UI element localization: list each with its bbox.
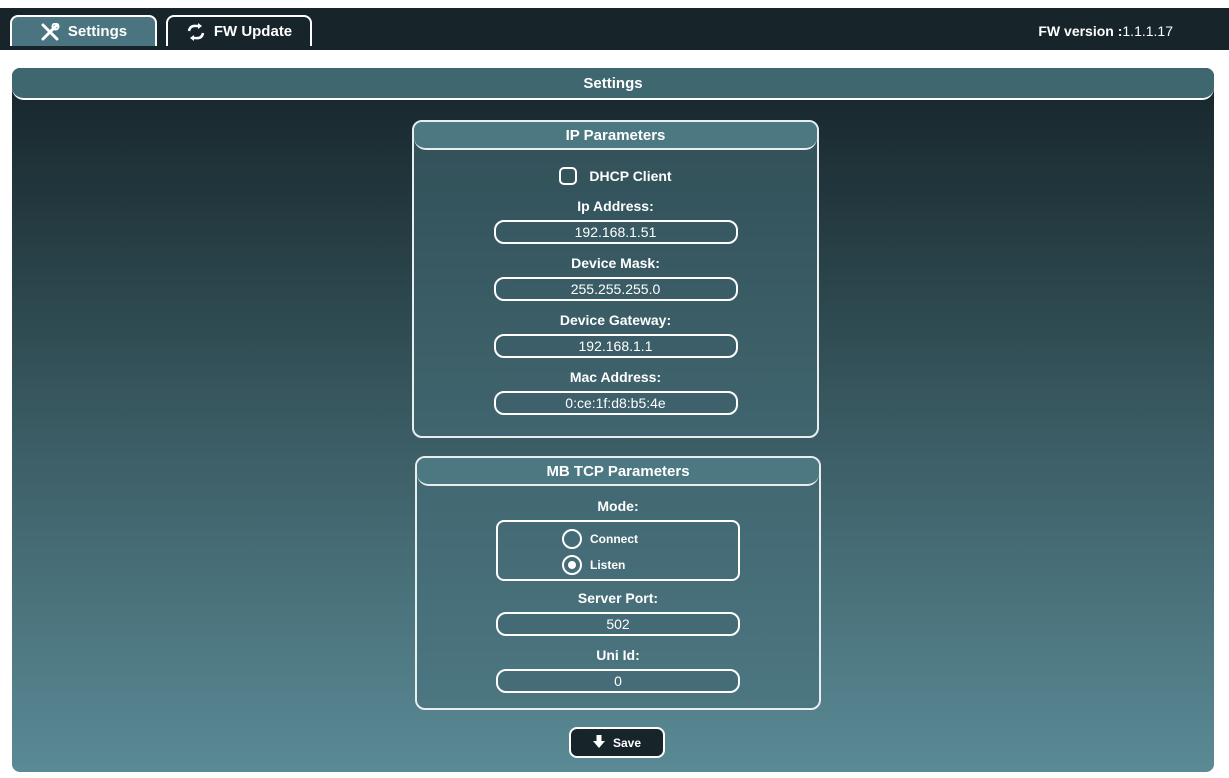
dhcp-client-row[interactable]: DHCP Client <box>414 167 817 185</box>
fw-version-label: FW version : <box>1038 23 1123 39</box>
mb-tcp-parameters-panel: MB TCP Parameters Mode: Connect Listen S… <box>415 456 821 710</box>
tab-settings-label: Settings <box>67 23 128 40</box>
ip-address-label: Ip Address: <box>577 198 654 214</box>
mode-label: Mode: <box>597 498 639 514</box>
mode-option-listen[interactable]: Listen <box>562 552 738 578</box>
ip-parameters-panel: IP Parameters DHCP Client Ip Address: 19… <box>412 120 819 438</box>
dhcp-client-label: DHCP Client <box>589 168 672 184</box>
settings-title: Settings <box>12 68 1214 100</box>
arrow-down-icon <box>592 734 605 751</box>
tab-fw-update[interactable]: FW Update <box>166 15 312 46</box>
top-bar: Settings FW Update FW version :1.1.1.17 <box>0 8 1229 50</box>
connect-radio[interactable] <box>562 529 582 549</box>
device-mask-field[interactable]: 255.255.255.0 <box>493 277 738 301</box>
save-button[interactable]: Save <box>569 727 665 758</box>
server-port-field[interactable]: 502 <box>496 612 740 636</box>
tools-icon <box>40 22 60 41</box>
mode-option-connect[interactable]: Connect <box>562 526 738 552</box>
mac-address-field[interactable]: 0:ce:1f:d8:b5:4e <box>493 391 738 415</box>
tab-fw-update-label: FW Update <box>213 23 293 40</box>
settings-panel: Settings IP Parameters DHCP Client Ip Ad… <box>10 66 1216 774</box>
server-port-label: Server Port: <box>577 590 659 606</box>
ip-parameters-title: IP Parameters <box>414 122 817 150</box>
listen-label: Listen <box>590 558 626 572</box>
uni-id-field[interactable]: 0 <box>496 669 740 693</box>
mac-address-label: Mac Address: <box>569 369 662 385</box>
dhcp-client-checkbox[interactable] <box>559 167 578 185</box>
save-label: Save <box>612 735 642 750</box>
fw-version: FW version :1.1.1.17 <box>1038 23 1173 39</box>
device-mask-label: Device Mask: <box>571 255 660 271</box>
ip-address-field[interactable]: 192.168.1.51 <box>493 220 738 244</box>
tab-settings[interactable]: Settings <box>10 15 157 46</box>
mode-radio-group: Connect Listen <box>496 520 740 581</box>
connect-label: Connect <box>590 532 638 546</box>
fw-version-value: 1.1.1.17 <box>1122 23 1173 39</box>
device-gateway-label: Device Gateway: <box>559 312 672 328</box>
device-gateway-field[interactable]: 192.168.1.1 <box>493 334 738 358</box>
listen-radio[interactable] <box>562 555 582 575</box>
uni-id-label: Uni Id: <box>596 647 640 663</box>
mb-tcp-parameters-title: MB TCP Parameters <box>417 458 819 486</box>
sync-icon <box>186 22 206 41</box>
